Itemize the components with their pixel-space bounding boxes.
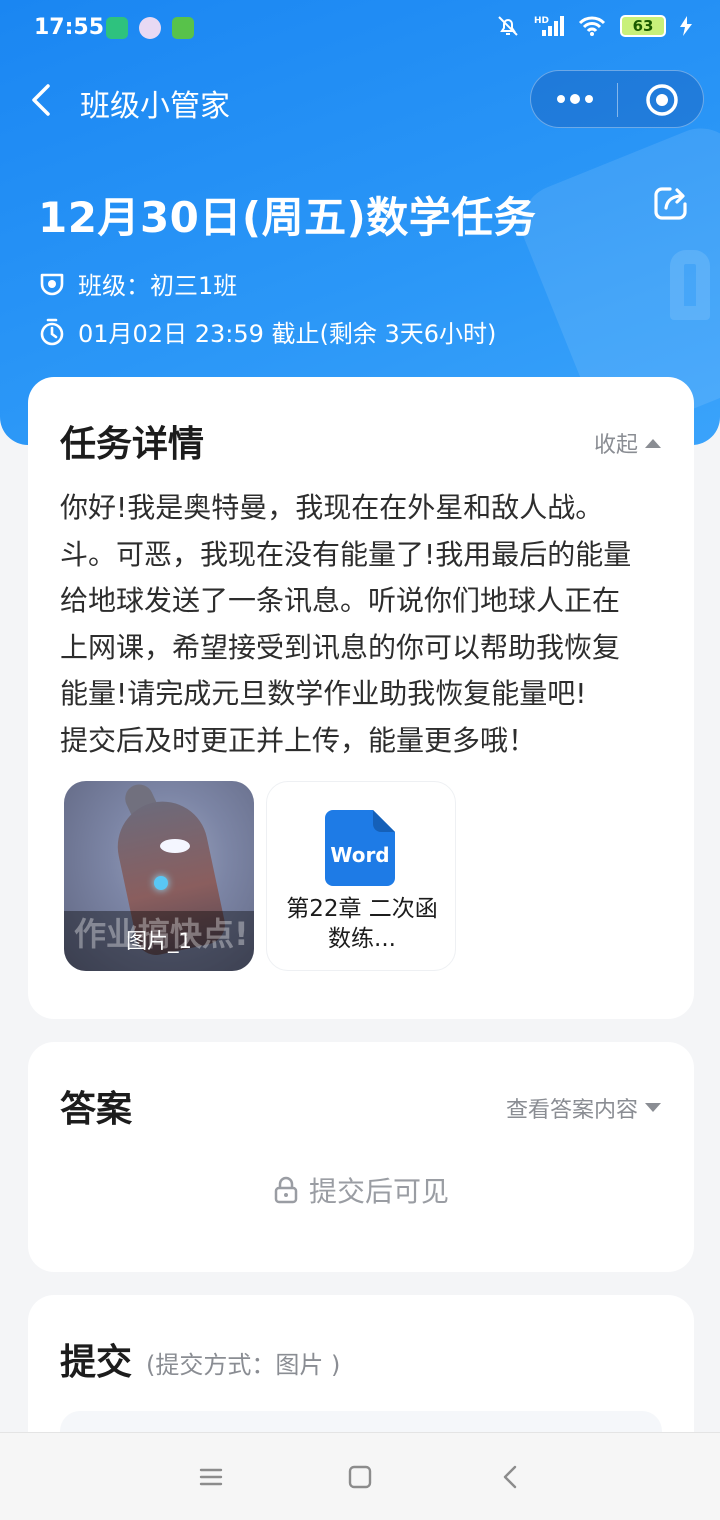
word-attachment[interactable]: Word 第22章 二次函数练... (266, 781, 456, 971)
capsule-divider (617, 83, 618, 117)
mute-bell-icon (498, 16, 518, 36)
menu-icon[interactable] (196, 1462, 226, 1492)
view-answer-label: 查看答案内容 (505, 1098, 638, 1123)
deadline-text: 01月02日 23:59 截止(剩余 3天6小时) (78, 320, 497, 348)
status-bar: 17:55 HD 63 (0, 0, 720, 60)
miniprogram-capsule (530, 70, 704, 128)
network-type: HD (534, 16, 549, 26)
submit-card: 提交 (提交方式：图片 ) (28, 1295, 694, 1432)
image-caption: 图片_1 (126, 929, 192, 953)
stopwatch-icon (40, 318, 64, 345)
charging-icon (680, 16, 692, 36)
submit-upload-area[interactable] (60, 1411, 662, 1432)
task-title: 12月30日(周五)数学任务 (38, 193, 537, 242)
class-badge-icon (40, 273, 64, 295)
word-icon-label: Word (330, 843, 389, 867)
image-attachment[interactable]: 作业搞快点! 图片_1 (64, 781, 254, 971)
document-name: 第22章 二次函数练... (286, 896, 438, 952)
image-figure-light (154, 876, 168, 890)
header-decoration-letter (670, 250, 710, 320)
caret-up-icon (645, 439, 661, 448)
submit-mode: (提交方式：图片 ) (146, 1351, 341, 1379)
view-answer-button[interactable]: 查看答案内容 (506, 1092, 662, 1124)
details-title: 任务详情 (60, 424, 205, 465)
avatar-app-icon (139, 17, 161, 39)
deadline-info: 01月02日 23:59 截止(剩余 3天6小时) (38, 314, 496, 349)
collapse-button[interactable]: 收起 (594, 427, 662, 459)
task-description: 你好!我是奥特曼，我现在在外星和敌人战。 斗。可恶，我现在没有能量了!我用最后的… (60, 491, 632, 757)
task-details-card: 任务详情 收起 你好!我是奥特曼，我现在在外星和敌人战。 斗。可恶，我现在没有能… (28, 377, 694, 1019)
system-navigation-bar (0, 1432, 720, 1520)
more-options-icon[interactable] (555, 87, 595, 111)
submit-title: 提交 (60, 1342, 133, 1383)
caret-down-icon (645, 1103, 661, 1112)
word-document-icon: Word (325, 810, 395, 886)
home-icon[interactable] (345, 1462, 375, 1492)
status-time: 17:55 (34, 15, 105, 40)
back-arrow-icon[interactable] (28, 82, 58, 118)
collapse-label: 收起 (593, 433, 638, 458)
class-info: 班级：初三1班 (38, 266, 237, 301)
app-title: 班级小管家 (80, 89, 230, 124)
answer-locked-notice: 提交后可见 (28, 1170, 694, 1210)
answer-title: 答案 (60, 1089, 133, 1130)
share-icon[interactable] (652, 184, 690, 222)
wifi-icon (578, 16, 606, 36)
shield-app-icon (106, 17, 128, 39)
system-back-icon[interactable] (496, 1462, 526, 1492)
answer-card: 答案 查看答案内容 提交后可见 (28, 1042, 694, 1272)
image-figure-eye (160, 839, 190, 853)
close-miniprogram-icon[interactable] (645, 83, 679, 117)
battery-indicator: 63 (620, 15, 666, 37)
locked-text: 提交后可见 (308, 1175, 449, 1208)
class-label: 班级：初三1班 (78, 272, 238, 300)
lock-icon (274, 1176, 298, 1204)
signal-icon: HD (534, 16, 564, 36)
android-app-icon (172, 17, 194, 39)
